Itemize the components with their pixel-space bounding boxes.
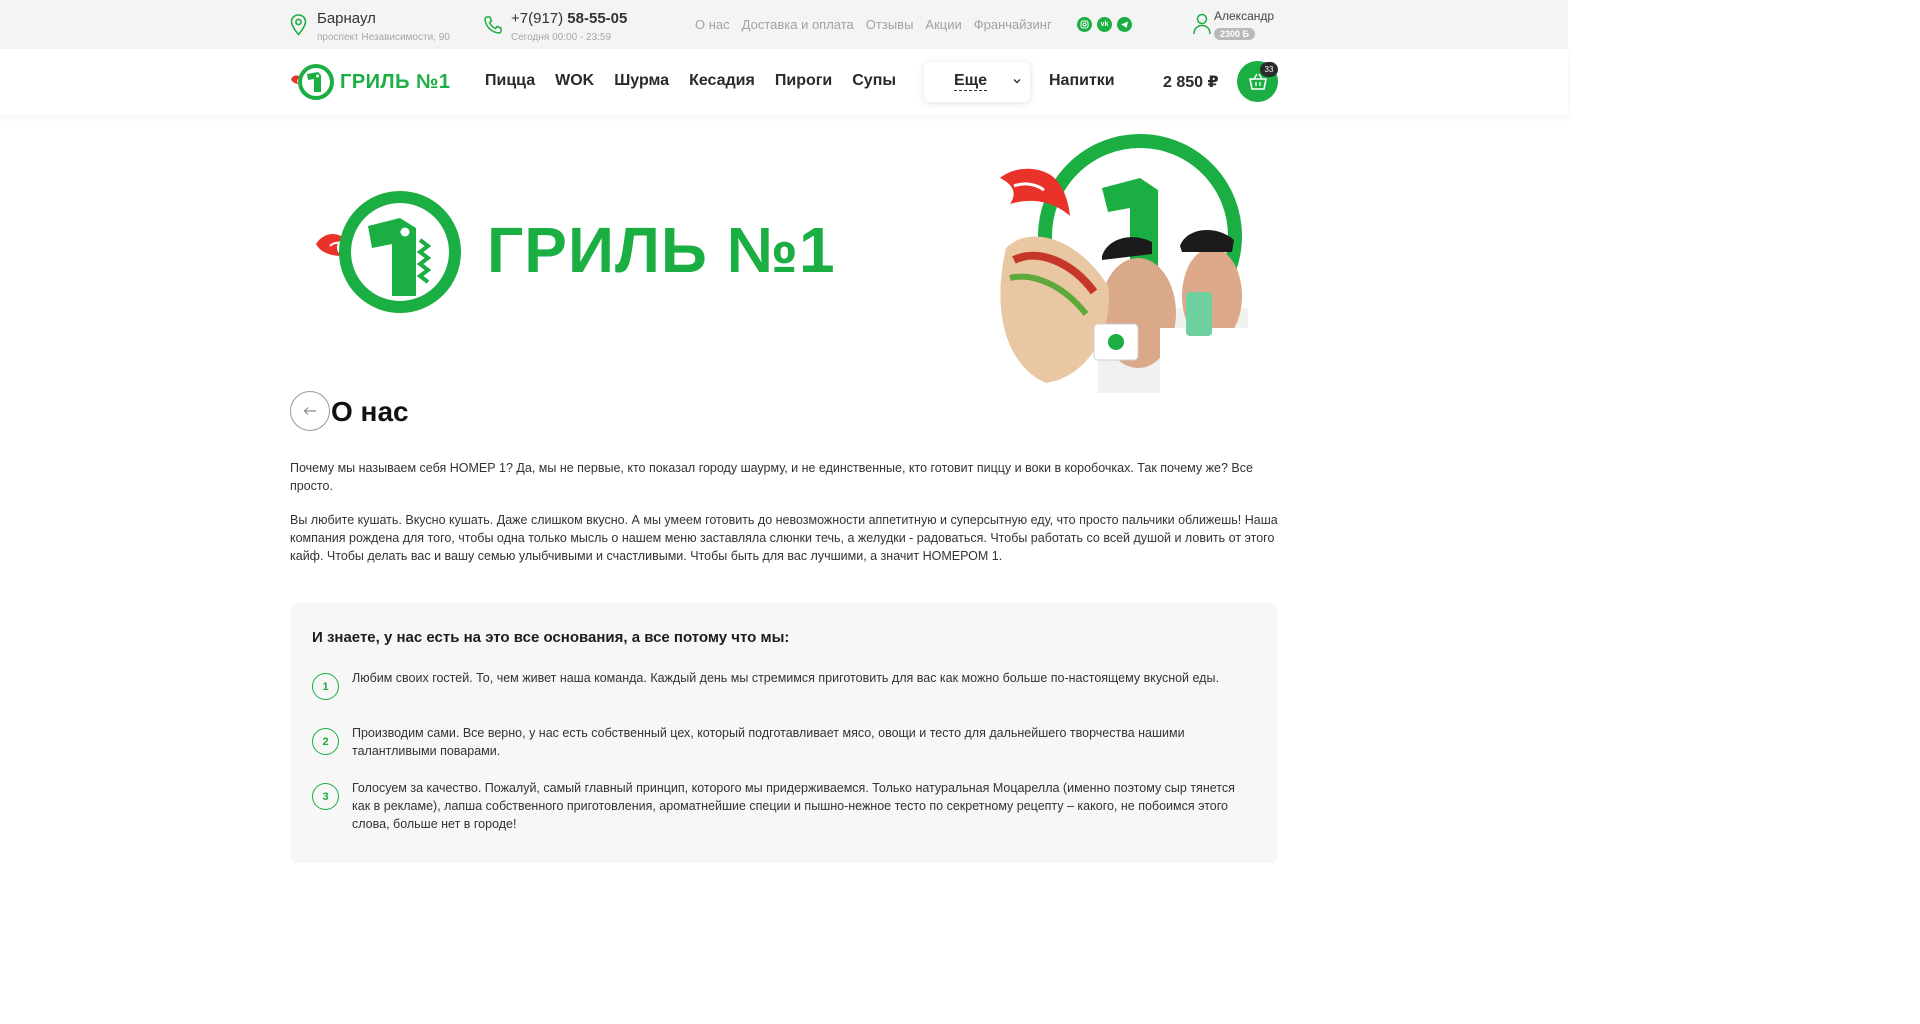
- top-nav-delivery[interactable]: Доставка и оплата: [742, 17, 854, 32]
- reason-number: 2: [312, 728, 339, 755]
- logo-text: ГРИЛЬ №1: [340, 70, 451, 93]
- reason-text: Любим своих гостей. То, чем живет наша к…: [352, 671, 1219, 685]
- back-button[interactable]: [290, 391, 330, 431]
- intro-paragraph-2: Вы любите кушать. Вкусно кушать. Даже сл…: [290, 513, 1278, 563]
- phone-icon: [484, 16, 502, 34]
- bonus-badge: 2300 Б: [1214, 28, 1255, 40]
- instagram-icon[interactable]: [1077, 17, 1092, 32]
- cart-total: 2 850 ₽: [1163, 74, 1219, 91]
- city-name[interactable]: Барнаул: [317, 9, 450, 28]
- vk-icon[interactable]: vk: [1097, 17, 1112, 32]
- category-drinks[interactable]: Напитки: [1049, 72, 1115, 90]
- reason-item: 2 Производим сами. Все верно, у нас есть…: [312, 724, 1242, 760]
- top-bar: Барнаул проспект Независимости, 90 +7(91…: [0, 0, 1568, 49]
- hero-logo-emblem: [316, 191, 461, 313]
- top-nav-promos[interactable]: Акции: [925, 17, 961, 32]
- reason-text: Голосуем за качество. Пожалуй, самый гла…: [352, 781, 1235, 831]
- reasons-box: И знаете, у нас есть на это все основани…: [290, 603, 1278, 863]
- reason-item: 3 Голосуем за качество. Пожалуй, самый г…: [312, 779, 1242, 833]
- page-title: О нас: [331, 396, 409, 427]
- category-quesadilla[interactable]: Кесадия: [689, 72, 755, 90]
- phone-block[interactable]: +7(917) 58-55-05 Сегодня 00:00 - 23:59: [483, 9, 627, 43]
- reason-number: 1: [312, 673, 339, 700]
- working-hours: Сегодня 00:00 - 23:59: [511, 32, 612, 43]
- reason-text: Производим сами. Все верно, у нас есть с…: [352, 726, 1185, 758]
- logo[interactable]: ГРИЛЬ №1: [290, 62, 450, 102]
- chevron-down-icon: [1013, 79, 1021, 84]
- social-links: vk: [1077, 17, 1132, 32]
- reason-number: 3: [312, 783, 339, 810]
- main-header: ГРИЛЬ №1 Пицца WOK Шурма Кесадия Пироги …: [0, 49, 1568, 115]
- top-nav-reviews[interactable]: Отзывы: [866, 17, 914, 32]
- category-nav: Пицца WOK Шурма Кесадия Пироги Супы: [485, 72, 896, 90]
- category-shurma[interactable]: Шурма: [614, 72, 669, 90]
- user-name: Александр: [1214, 9, 1275, 23]
- location-pin-icon: [290, 14, 307, 36]
- location[interactable]: Барнаул проспект Независимости, 90: [290, 9, 450, 43]
- top-nav: О нас Доставка и оплата Отзывы Акции Фра…: [695, 17, 1052, 32]
- reason-item: 1 Любим своих гостей. То, чем живет наша…: [312, 669, 1242, 700]
- user-account[interactable]: Александр 2300 Б: [1192, 9, 1274, 42]
- phone-main: 58-55-05: [567, 10, 628, 27]
- category-pies[interactable]: Пироги: [775, 72, 832, 90]
- more-label: Еще: [954, 72, 988, 91]
- category-soups[interactable]: Супы: [852, 72, 896, 90]
- arrow-left-icon: [303, 407, 316, 415]
- reasons-title: И знаете, у нас есть на это все основани…: [312, 629, 790, 646]
- user-icon: [1193, 13, 1211, 35]
- address: проспект Независимости, 90: [317, 32, 450, 43]
- telegram-icon[interactable]: [1117, 17, 1132, 32]
- cart-count-badge: 33: [1260, 62, 1278, 77]
- intro-paragraph-1: Почему мы называем себя НОМЕР 1? Да, мы …: [290, 461, 1253, 493]
- phone-number[interactable]: +7(917) 58-55-05: [511, 9, 627, 28]
- hero-promo-image: [1000, 134, 1250, 393]
- category-wok[interactable]: WOK: [555, 72, 594, 90]
- category-pizza[interactable]: Пицца: [485, 72, 535, 90]
- hero-logo-text: ГРИЛЬ №1: [487, 214, 836, 286]
- more-dropdown[interactable]: Еще: [924, 62, 1030, 102]
- top-nav-franchise[interactable]: Франчайзинг: [974, 17, 1052, 32]
- logo-emblem-icon: [291, 64, 334, 100]
- phone-prefix: +7(917): [511, 10, 564, 27]
- top-nav-about[interactable]: О нас: [695, 17, 730, 32]
